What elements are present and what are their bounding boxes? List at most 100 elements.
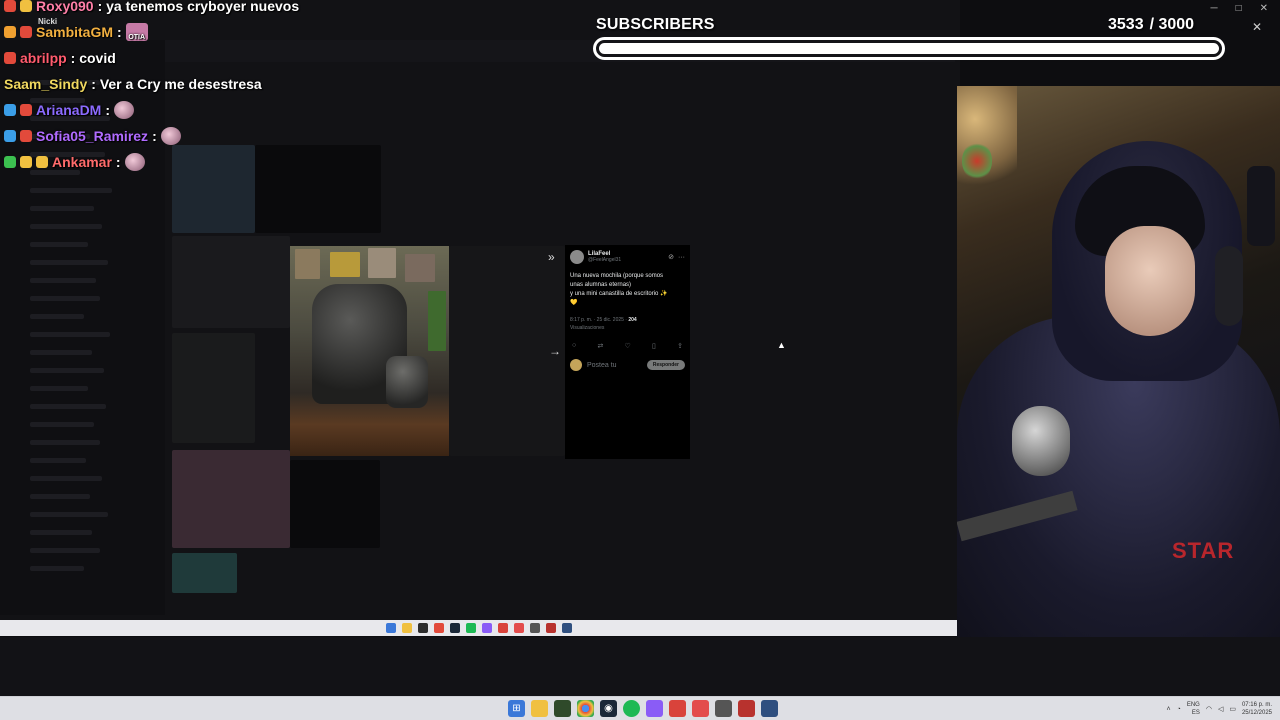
spotify-icon[interactable] [623, 700, 640, 717]
reply-input[interactable]: Postea tu [587, 362, 617, 369]
close-icon[interactable]: ✕ [1252, 20, 1262, 34]
subscribers-progress-fill [599, 43, 1219, 54]
christmas-wreath [962, 141, 992, 181]
system-tray: ˄ ◔ ENG ES ◠ ◁ ▭ 07:16 p. m. 25/12/2025 [1167, 701, 1273, 717]
next-arrow-icon[interactable]: → [549, 344, 561, 358]
chat-badge-icon [20, 156, 32, 168]
chat-message: ArianaDM: [4, 98, 135, 122]
overlay-tag: Nicki [38, 17, 58, 26]
chat-emote-icon [124, 153, 145, 171]
lightbox-photo-backpack[interactable] [290, 246, 449, 456]
discord-icon[interactable] [646, 700, 663, 717]
lang-sub: ES [1191, 710, 1200, 716]
chat-emote-icon [114, 101, 135, 119]
app-icon [529, 623, 540, 633]
app-icon[interactable] [738, 700, 755, 717]
stream-screen: » → LilaFeel @FeelAngel31 ⊘ ··· Una nuev… [0, 0, 1280, 720]
spotify-icon [465, 623, 476, 633]
app-icon[interactable] [692, 700, 709, 717]
chat-username[interactable]: Sofia05_Ramirez [36, 128, 148, 144]
tweet-author-handle[interactable]: @FeelAngel31 [588, 257, 621, 263]
chevron-up-icon[interactable]: ˄ [1167, 706, 1171, 713]
chat-message-text: : [105, 102, 111, 118]
app-icon [497, 623, 508, 633]
tweet-text-line: Una nueva mochila (porque somos [570, 273, 664, 279]
chrome-icon [433, 623, 444, 633]
tweet-reply-row: Postea tu Responder [570, 359, 685, 371]
razer-chair [1247, 166, 1275, 246]
folder-icon [401, 623, 412, 633]
chrome-icon[interactable] [577, 700, 594, 717]
wifi-icon[interactable]: ◠ [1206, 705, 1212, 713]
chat-username[interactable]: ArianaDM [36, 102, 101, 118]
tweet-actions: ○ ⇄ ♡ ▯ ⇪ [570, 342, 685, 350]
steam-icon [449, 623, 460, 633]
chat-username[interactable]: Roxy090 [36, 0, 94, 14]
minimize-icon[interactable]: ─ [1210, 3, 1217, 14]
subscribers-title: SUBSCRIBERS [596, 16, 715, 33]
chat-badge-icon [4, 156, 16, 168]
tweet-avatar[interactable] [570, 250, 584, 264]
background-thumbnail [290, 460, 380, 548]
chat-username[interactable]: SambitaGM [36, 24, 113, 40]
chat-message: Saam_Sindy: Ver a Cry me desestresa [4, 72, 262, 96]
start-icon[interactable]: ⊞ [508, 700, 525, 717]
background-lower-area [0, 637, 1280, 696]
app-icon [513, 623, 524, 633]
reply-button[interactable]: Responder [646, 360, 685, 370]
volume-icon[interactable]: ◁ [1218, 705, 1223, 713]
app-icon[interactable] [761, 700, 778, 717]
language-indicator[interactable]: ENG ES [1187, 701, 1200, 717]
reply-icon[interactable]: ○ [572, 342, 576, 350]
taskbar-apps: ⊞ ◉ [508, 700, 778, 717]
like-icon[interactable]: ♡ [625, 342, 631, 350]
tweet-panel: LilaFeel @FeelAngel31 ⊘ ··· Una nueva mo… [565, 245, 690, 459]
tweet-timestamp[interactable]: 8:17 p. m. · 25 dic. 2025 · [570, 317, 627, 323]
more-icon[interactable]: ··· [678, 254, 685, 261]
streamer-face [1105, 226, 1195, 336]
chat-username[interactable]: Ankamar [52, 154, 112, 170]
user-avatar [570, 359, 582, 371]
tweet-text-line: unas alumnas eternas) [570, 282, 632, 288]
discord-icon [481, 623, 492, 633]
chat-message-text: : [152, 128, 157, 144]
file-explorer-icon[interactable] [531, 700, 548, 717]
start-icon [385, 623, 396, 633]
chat-message-text: : [115, 154, 121, 170]
battery-icon[interactable]: ▭ [1229, 705, 1236, 713]
chat-badge-icon [4, 104, 16, 116]
chat-message-text: : Ver a Cry me desestresa [91, 76, 262, 92]
chat-username[interactable]: abrilpp [20, 50, 67, 66]
background-thumbnail [172, 450, 290, 548]
retweet-icon[interactable]: ⇄ [597, 342, 603, 350]
grok-icon[interactable]: ⊘ [668, 253, 674, 261]
close-icon[interactable]: ✕ [1260, 3, 1268, 14]
chat-message: Ankamar: [4, 150, 145, 174]
clock-date: 25/12/2025 [1241, 710, 1272, 716]
clock[interactable]: 07:16 p. m. 25/12/2025 [1242, 701, 1272, 717]
background-thumbnail [172, 145, 255, 233]
chat-emote-icon [160, 127, 181, 145]
bookmark-icon[interactable]: ▯ [652, 342, 656, 350]
steam-icon[interactable]: ◉ [600, 700, 617, 717]
subscribers-current: 3533 [1108, 16, 1144, 33]
terminal-icon[interactable] [554, 700, 571, 717]
headphone-shape [1215, 246, 1243, 326]
app-icon[interactable] [715, 700, 732, 717]
expand-arrow-icon[interactable]: » [548, 250, 555, 264]
chat-badge-icon [36, 156, 48, 168]
tweet-views-label: Visualizaciones [570, 325, 605, 331]
obs-icon[interactable] [669, 700, 686, 717]
chat-message: SambitaGM: OTIA [4, 20, 148, 44]
network-icon[interactable]: ◔ [1177, 706, 1181, 713]
maximize-icon[interactable]: □ [1236, 3, 1242, 14]
pouch-shape [386, 356, 428, 408]
chat-badge-icon [4, 0, 16, 12]
chat-message-text: : [117, 24, 122, 40]
chat-username[interactable]: Saam_Sindy [4, 76, 87, 92]
chat-message: Roxy090: ya tenemos cryboyer nuevos [4, 0, 299, 18]
subscribers-goal: / 3000 [1149, 16, 1195, 33]
share-icon[interactable]: ⇪ [677, 342, 683, 350]
background-thumbnail [172, 236, 290, 328]
chat-badge-icon [4, 130, 16, 142]
